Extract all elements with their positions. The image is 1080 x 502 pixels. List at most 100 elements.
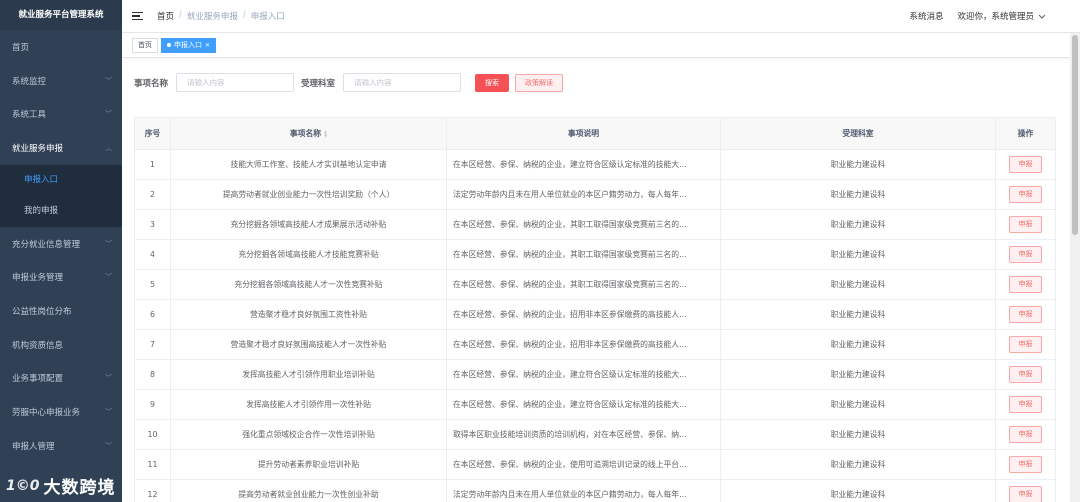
sidebar-item-label: 就业服务申报 bbox=[12, 143, 64, 154]
cell-name: 提高劳动者就业创业能力一次性创业补助 bbox=[170, 479, 447, 502]
chevron-down-icon: ﹀ bbox=[105, 441, 112, 450]
breadcrumb-section: 就业服务申报 bbox=[186, 12, 238, 22]
system-messages-link[interactable]: 系统消息 bbox=[909, 10, 943, 22]
cell-name: 充分挖掘各领域高技能人才技能竞赛补贴 bbox=[170, 239, 447, 270]
sidebar-item-9[interactable]: 劳服中心申报业务 ﹀ bbox=[0, 395, 122, 429]
cell-name: 发挥高技能人才引领作用一次性补贴 bbox=[170, 389, 447, 420]
cell-no: 9 bbox=[134, 389, 171, 420]
table-row: 12 提高劳动者就业创业能力一次性创业补助 法定劳动年龄内且未在用人单位就业的本区户… bbox=[134, 479, 1056, 502]
cell-action: 申报 bbox=[995, 239, 1056, 270]
cell-dept: 职业能力建设科 bbox=[720, 299, 996, 330]
cell-no: 3 bbox=[134, 209, 171, 240]
cell-dept: 职业能力建设科 bbox=[720, 449, 996, 480]
cell-desc: 在本区经营、参保、纳税的企业，其职工取得国家级竞赛前三名的... bbox=[446, 239, 721, 270]
sort-icon[interactable]: ▲ ▼ bbox=[324, 130, 327, 138]
header-dept: 受理科室 bbox=[720, 117, 996, 150]
sidebar-subitem-1[interactable]: 我的申报 bbox=[0, 196, 122, 227]
cell-no: 1 bbox=[134, 149, 171, 180]
apply-button[interactable]: 申报 bbox=[1009, 426, 1042, 443]
apply-button[interactable]: 申报 bbox=[1009, 486, 1042, 502]
apply-button[interactable]: 申报 bbox=[1009, 396, 1042, 413]
sidebar-item-1[interactable]: 系统监控 ﹀ bbox=[0, 64, 122, 98]
breadcrumb-separator: / bbox=[242, 10, 246, 20]
department-input[interactable]: 请输入内容 bbox=[343, 73, 462, 92]
chevron-down-icon bbox=[1038, 14, 1046, 19]
header-name[interactable]: 事项名称 ▲ ▼ bbox=[170, 117, 447, 150]
cell-action: 申报 bbox=[995, 179, 1056, 210]
table-row: 10 强化重点领域校企合作一次性培训补贴 取得本区职业技能培训资质的培训机构，对在本… bbox=[134, 419, 1056, 450]
table-row: 7 营造聚才稳才良好氛围高技能人才一次性补贴 在本区经营、参保、纳税的企业，招用非本… bbox=[134, 329, 1056, 360]
sidebar-item-6[interactable]: 公益性岗位分布 bbox=[0, 294, 122, 328]
cell-action: 申报 bbox=[995, 419, 1056, 450]
cell-dept: 职业能力建设科 bbox=[720, 179, 996, 210]
sidebar-item-10[interactable]: 申报人管理 ﹀ bbox=[0, 429, 122, 463]
search-button[interactable]: 搜索 bbox=[475, 73, 510, 92]
items-table: 序号 事项名称 ▲ ▼ 事项说明 受理科室 操作 1 技能大师工作室、技能人才实训基地… bbox=[134, 117, 1056, 502]
cell-no: 5 bbox=[134, 269, 171, 300]
header-name-label: 事项名称 bbox=[289, 129, 322, 138]
app-title: 就业服务平台管理系统 bbox=[0, 0, 122, 30]
cell-name: 提高劳动者就业创业能力一次性培训奖励（个人） bbox=[170, 179, 447, 210]
cell-name: 发挥高技能人才引领作用职业培训补贴 bbox=[170, 359, 447, 390]
breadcrumb-current: 申报入口 bbox=[250, 12, 285, 22]
cell-no: 11 bbox=[134, 449, 171, 480]
tag-apply-entry[interactable]: 申报入口 ✕ bbox=[161, 37, 217, 53]
cell-no: 10 bbox=[134, 419, 171, 450]
cell-desc: 法定劳动年龄内且未在用人单位就业的本区户籍劳动力，每人每年... bbox=[446, 479, 721, 502]
active-dot-icon bbox=[167, 43, 171, 47]
cell-action: 申报 bbox=[995, 299, 1056, 330]
chevron-up-icon: ︿ bbox=[105, 143, 112, 152]
cell-dept: 职业能力建设科 bbox=[720, 359, 996, 390]
page-scrollbar[interactable] bbox=[1070, 33, 1080, 502]
watermark: 1©0 大数跨境 bbox=[6, 473, 115, 499]
apply-button[interactable]: 申报 bbox=[1009, 186, 1042, 203]
policy-button[interactable]: 政策解读 bbox=[515, 73, 564, 92]
sidebar-item-4[interactable]: 充分就业信息管理 ﹀ bbox=[0, 227, 122, 261]
chevron-down-icon: ﹀ bbox=[105, 408, 112, 417]
cell-dept: 职业能力建设科 bbox=[720, 209, 996, 240]
cell-action: 申报 bbox=[995, 479, 1056, 502]
header-desc: 事项说明 bbox=[446, 117, 721, 150]
item-name-input[interactable]: 请输入内容 bbox=[176, 73, 295, 92]
tag-home[interactable]: 首页 bbox=[132, 37, 158, 53]
apply-button[interactable]: 申报 bbox=[1009, 366, 1042, 383]
apply-button[interactable]: 申报 bbox=[1009, 246, 1042, 263]
cell-name: 充分挖掘各领域高技能人才一次性竞赛补贴 bbox=[170, 269, 447, 300]
table-row: 5 充分挖掘各领域高技能人才一次性竞赛补贴 在本区经营、参保、纳税的企业，其职工取得… bbox=[134, 269, 1056, 300]
apply-button[interactable]: 申报 bbox=[1009, 276, 1042, 293]
sidebar-menu: 首页 系统监控 ﹀ 系统工具 ﹀ 就业服务申报 ︿ 申报入口 我的申报 充分就业信息管理 ﹀ 申报业务… bbox=[0, 30, 122, 463]
table-row: 9 发挥高技能人才引领作用一次性补贴 在本区经营、参保、纳税的企业，建立符合区级认定… bbox=[134, 389, 1056, 420]
hamburger-menu-icon[interactable] bbox=[132, 11, 143, 21]
cell-name: 技能大师工作室、技能人才实训基地认定申请 bbox=[170, 149, 447, 180]
apply-button[interactable]: 申报 bbox=[1009, 456, 1042, 473]
sidebar-subitem-0[interactable]: 申报入口 bbox=[0, 165, 122, 196]
sidebar-item-0[interactable]: 首页 bbox=[0, 30, 122, 64]
cell-desc: 在本区经营、参保、纳税的企业，建立符合区级认定标准的技能大... bbox=[446, 149, 721, 180]
cell-dept: 职业能力建设科 bbox=[720, 479, 996, 502]
sidebar-item-8[interactable]: 业务事项配置 ﹀ bbox=[0, 362, 122, 396]
apply-button[interactable]: 申报 bbox=[1009, 306, 1042, 323]
table-row: 4 充分挖掘各领域高技能人才技能竞赛补贴 在本区经营、参保、纳税的企业，其职工取得国… bbox=[134, 239, 1056, 270]
scrollbar-thumb[interactable] bbox=[1072, 35, 1078, 235]
sidebar-item-7[interactable]: 机构资质信息 bbox=[0, 328, 122, 362]
breadcrumb-home[interactable]: 首页 bbox=[157, 10, 174, 22]
chevron-down-icon: ﹀ bbox=[105, 76, 112, 85]
tags-view: 首页 申报入口 ✕ bbox=[122, 33, 1080, 58]
cell-no: 8 bbox=[134, 359, 171, 390]
sidebar-item-5[interactable]: 申报业务管理 ﹀ bbox=[0, 260, 122, 294]
sidebar-item-3[interactable]: 就业服务申报 ︿ bbox=[0, 131, 122, 165]
cell-desc: 在本区经营、参保、纳税的企业，其职工取得国家级竞赛前三名的... bbox=[446, 269, 721, 300]
cell-no: 12 bbox=[134, 479, 171, 502]
sidebar-item-label: 劳服中心申报业务 bbox=[12, 408, 81, 419]
table-row: 8 发挥高技能人才引领作用职业培训补贴 在本区经营、参保、纳税的企业，建立符合区级认… bbox=[134, 359, 1056, 390]
user-dropdown[interactable]: 欢迎你，系统管理员 bbox=[957, 10, 1046, 22]
cell-dept: 职业能力建设科 bbox=[720, 329, 996, 360]
apply-button[interactable]: 申报 bbox=[1009, 216, 1042, 233]
sidebar-item-label: 业务事项配置 bbox=[12, 374, 64, 385]
close-icon[interactable]: ✕ bbox=[205, 39, 210, 52]
sidebar-item-2[interactable]: 系统工具 ﹀ bbox=[0, 97, 122, 131]
cell-desc: 在本区经营、参保、纳税的企业，招用非本区参保缴费的高技能人... bbox=[446, 329, 721, 360]
cell-dept: 职业能力建设科 bbox=[720, 419, 996, 450]
apply-button[interactable]: 申报 bbox=[1009, 156, 1042, 173]
apply-button[interactable]: 申报 bbox=[1009, 336, 1042, 353]
